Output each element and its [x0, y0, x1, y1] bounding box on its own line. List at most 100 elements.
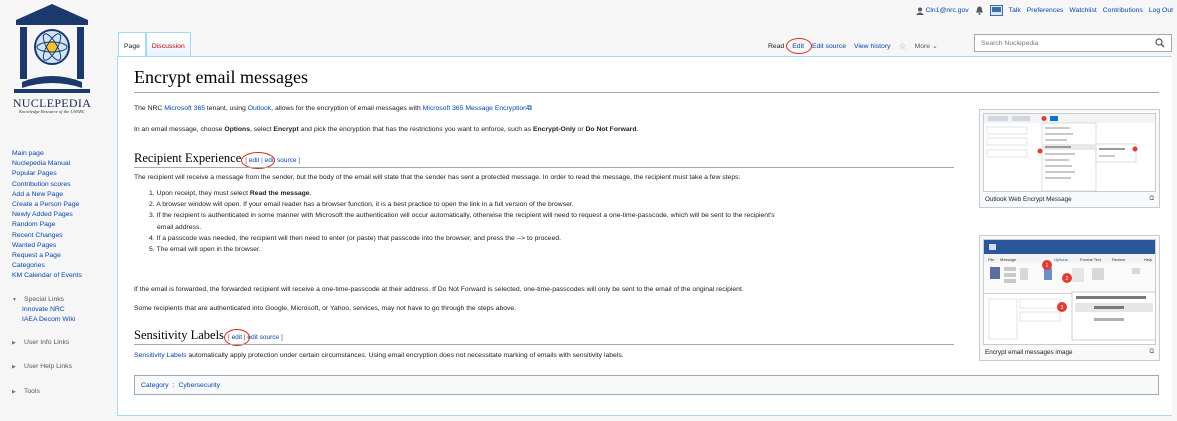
step-number: 1.	[149, 190, 155, 197]
step-text: The email will open in the browser.	[156, 246, 261, 254]
sidebar-item-innovate[interactable]: Innovate NRC	[22, 305, 112, 315]
section-edit-link[interactable]: edit	[249, 157, 259, 164]
microsoft-365-link[interactable]: Microsoft 365	[164, 105, 205, 112]
encrypt-email-image: File Message Options Format Text Review …	[984, 240, 1155, 344]
watch-star-icon[interactable]: ☆	[895, 42, 911, 51]
message-encryption-link[interactable]: Microsoft 365 Message Encryption	[423, 105, 527, 112]
step-text: Upon receipt, they must select	[156, 190, 250, 197]
personal-tools: Cln1@nrc.gov Talk Preferences Watchlist …	[915, 5, 1173, 16]
tab-more[interactable]: More ⌄	[911, 42, 942, 50]
tab-edit[interactable]: Edit	[786, 38, 813, 54]
thumb-caption: Encrypt email messages image ⧉	[983, 345, 1156, 357]
talk-link[interactable]: Talk	[1009, 7, 1021, 14]
more-label: More	[914, 43, 931, 50]
tab-view-history[interactable]: View history	[850, 43, 895, 50]
view-tabs: Read Edit Edit source View history ☆ Mor…	[764, 32, 942, 56]
intro-paragraph: The NRC Microsoft 365 tenant, using Outl…	[134, 105, 532, 113]
heading-text: Recipient Experience	[134, 151, 242, 165]
sidebar-item-new-pages[interactable]: Newly Added Pages	[12, 210, 112, 220]
tray-icon[interactable]	[989, 5, 1003, 16]
list-item: 1. Upon receipt, they must select Read t…	[149, 188, 775, 199]
sidebar-item-add-page[interactable]: Add a New Page	[12, 190, 112, 200]
forward-paragraph: If the email is forwarded, the forwarded…	[134, 286, 744, 293]
tab-edit-source[interactable]: Edit source	[808, 43, 850, 50]
caption-text: Encrypt email messages image	[985, 348, 1073, 356]
step-text: If the recipient is authenticated in som…	[156, 212, 775, 220]
caption-text: Outlook Web Encrypt Message	[985, 195, 1072, 203]
bold-text: Encrypt	[273, 126, 299, 133]
category-label-link[interactable]: Category	[141, 382, 169, 389]
sidebar-item-popular[interactable]: Popular Pages	[12, 169, 112, 179]
sidebar-item-iaea[interactable]: IAEA Decom Wiki	[22, 315, 112, 325]
sensitivity-paragraph: Sensitivity Labels automatically apply p…	[134, 352, 624, 359]
tab-edit-label[interactable]: Edit	[792, 43, 804, 50]
namespace-tabs: Page Discussion	[118, 32, 191, 56]
list-item: 2. A browser window will open. If your e…	[149, 199, 775, 210]
heading-text: Sensitivity Labels	[134, 328, 224, 342]
enlarge-icon[interactable]: ⧉	[1150, 195, 1155, 203]
section-edit-links: [ edit | edit source ]	[241, 152, 300, 169]
chevron-right-icon: ▶	[12, 364, 16, 371]
options-paragraph: In an email message, choose Options, sel…	[134, 126, 638, 133]
preferences-link[interactable]: Preferences	[1027, 7, 1064, 14]
auth-paragraph: Some recipients that are authenticated i…	[134, 305, 517, 312]
sidebar-section-user-info[interactable]: ▶ User Info Links	[12, 338, 112, 348]
category-link[interactable]: Cybersecurity	[178, 382, 220, 389]
marker-label: 2	[1066, 276, 1069, 282]
sidebar-item-calendar[interactable]: KM Calendar of Events	[12, 271, 112, 281]
text: .	[309, 190, 312, 197]
title-divider	[134, 92, 1159, 93]
section-edit-source-link[interactable]: edit source	[247, 334, 279, 341]
search-input[interactable]: Search Nuclepedia	[974, 34, 1172, 52]
svg-text:Message: Message	[1000, 257, 1017, 262]
sensitivity-labels-link[interactable]: Sensitivity Labels	[134, 352, 187, 359]
sidebar-section-user-help[interactable]: ▶ User Help Links	[12, 362, 112, 372]
sidebar-item-categories[interactable]: Categories	[12, 261, 112, 271]
step-number: 2.	[149, 201, 155, 209]
outlook-link[interactable]: Outlook	[248, 105, 271, 112]
user-link[interactable]: Cln1@nrc.gov	[915, 7, 969, 15]
chevron-right-icon: ▶	[12, 388, 16, 395]
text: .	[636, 126, 639, 133]
sidebar-item-request[interactable]: Request a Page	[12, 251, 112, 261]
logo-emblem	[14, 4, 90, 93]
thumbnail-outlook-web: Outlook Web Encrypt Message ⧉	[979, 109, 1160, 208]
special-links-list: Innovate NRC IAEA Decom Wiki	[12, 305, 112, 325]
svg-text:Options: Options	[1054, 257, 1068, 262]
search-icon[interactable]	[1155, 38, 1165, 48]
site-logo[interactable]: NUCLEPEDIA Knowledge Resource of the USN…	[8, 2, 96, 117]
step-number: 4.	[149, 234, 155, 242]
section-label: Tools	[24, 387, 40, 395]
sidebar-item-main-page[interactable]: Main page	[12, 149, 112, 159]
section-label: Special Links	[24, 295, 65, 303]
text: , allows for the encryption of email mes…	[271, 105, 423, 112]
user-name[interactable]: Cln1@nrc.gov	[926, 7, 969, 14]
list-item: 5. The email will open in the browser.	[149, 244, 775, 255]
section-edit-source-link[interactable]: edit source	[265, 157, 297, 164]
section-edit-link[interactable]: edit	[232, 334, 242, 341]
contributions-link[interactable]: Contributions	[1103, 7, 1143, 14]
sidebar-item-wanted[interactable]: Wanted Pages	[12, 241, 112, 251]
sidebar-section-tools[interactable]: ▶ Tools	[12, 387, 112, 397]
encrypt-email-screenshot[interactable]: File Message Options Format Text Review …	[983, 239, 1156, 345]
outlook-web-screenshot[interactable]	[983, 113, 1156, 192]
sidebar-item-recent-changes[interactable]: Recent Changes	[12, 231, 112, 241]
watchlist-link[interactable]: Watchlist	[1069, 7, 1096, 14]
bold-text: Options	[224, 126, 250, 133]
tab-read[interactable]: Read	[764, 43, 788, 50]
marker-label: 3	[1061, 305, 1064, 311]
sidebar-item-contribution-scores[interactable]: Contribution scores	[12, 180, 112, 190]
search-placeholder: Search Nuclepedia	[981, 39, 1039, 47]
enlarge-icon[interactable]: ⧉	[1150, 348, 1155, 356]
bell-icon[interactable]	[975, 6, 984, 15]
logout-link[interactable]: Log Out	[1149, 7, 1173, 14]
sidebar-section-special-links[interactable]: ▼ Special Links	[12, 295, 112, 305]
logo-tagline: Knowledge Resource of the USNRC	[19, 109, 85, 114]
text: and pick the encryption that has the res…	[298, 126, 533, 133]
tab-discussion[interactable]: Discussion	[145, 32, 191, 56]
text: In an email message, choose	[134, 126, 225, 133]
sidebar-item-person-page[interactable]: Create a Person Page	[12, 200, 112, 210]
sidebar-item-manual[interactable]: Nuclepedia Manual	[12, 159, 112, 169]
tab-page[interactable]: Page	[118, 32, 146, 56]
sidebar-item-random[interactable]: Random Page	[12, 220, 112, 230]
